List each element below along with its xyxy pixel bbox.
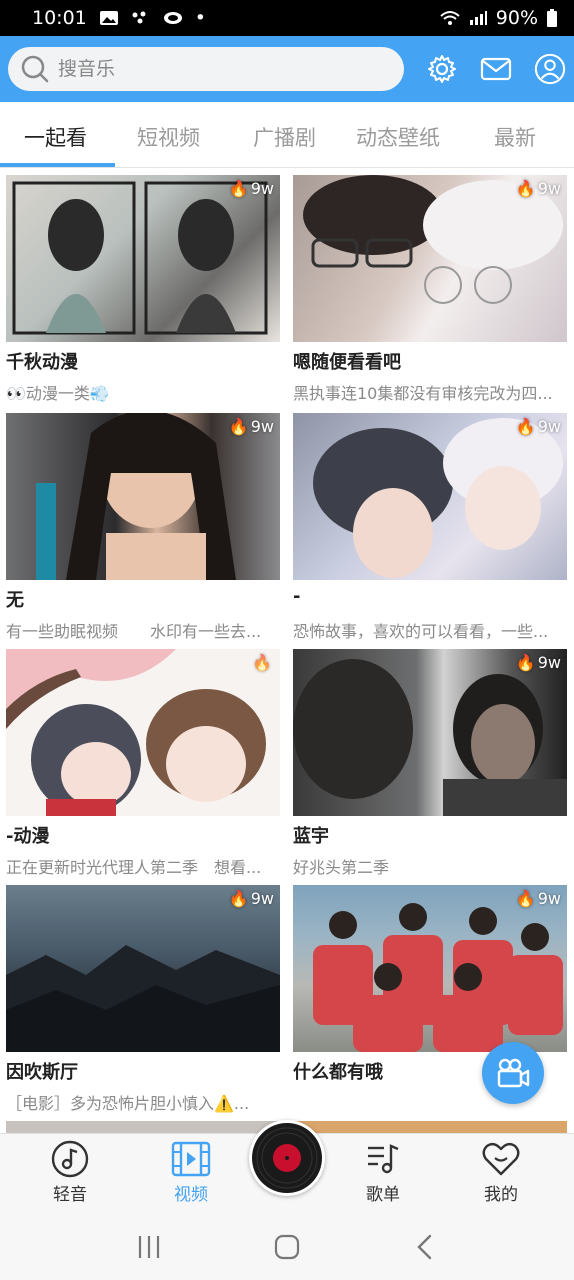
card-title: 嗯随便看看吧: [293, 352, 401, 373]
video-thumbnail: 🔥 9w: [293, 649, 567, 816]
card-title: 无: [6, 590, 24, 611]
heart-icon: [482, 1142, 520, 1176]
video-thumbnail: 🔥 9w: [6, 885, 280, 1052]
card-subtitle: 👀动漫一类💨: [6, 384, 110, 403]
dots-icon: [132, 11, 146, 24]
messages-button[interactable]: [480, 53, 512, 85]
hot-badge: 🔥 9w: [515, 889, 561, 908]
system-navigation: [0, 1213, 574, 1280]
tab-live-wallpaper[interactable]: 动态壁纸: [356, 122, 440, 152]
hot-badge: 🔥 9w: [515, 417, 561, 436]
video-card[interactable]: 🔥 9w 千秋动漫 👀动漫一类💨: [6, 175, 280, 404]
app-header: [0, 36, 574, 102]
video-card[interactable]: 🔥 -动漫 正在更新时光代理人第二季 想看...: [6, 649, 280, 878]
video-thumbnail-partial: [293, 1121, 567, 1133]
video-card[interactable]: 🔥 9w 无 有一些助眠视频 水印有一些去...: [6, 413, 280, 642]
flame-icon: 🔥: [515, 653, 536, 672]
nav-label: 轻音: [53, 1185, 87, 1205]
card-subtitle: 恐怖故事，喜欢的可以看看，一些...: [293, 622, 549, 641]
hot-badge: 🔥: [252, 653, 274, 672]
back-icon[interactable]: [410, 1233, 440, 1261]
card-subtitle: 好兆头第二季: [293, 858, 390, 877]
flame-icon: 🔥: [228, 889, 249, 908]
status-bar: 10:01 • 90%: [0, 0, 574, 36]
card-title: 因吹斯厅: [6, 1062, 78, 1083]
video-thumbnail: 🔥 9w: [293, 175, 567, 342]
video-camera-icon: [497, 1058, 530, 1088]
now-playing-button[interactable]: [249, 1120, 325, 1196]
search-icon: [21, 55, 49, 83]
hot-badge: 🔥 9w: [515, 179, 561, 198]
nav-playlist[interactable]: 歌单: [343, 1140, 423, 1205]
card-title: 蓝宇: [293, 826, 329, 847]
flame-icon: 🔥: [228, 179, 249, 198]
upload-video-button[interactable]: [482, 1042, 544, 1104]
video-thumbnail: 🔥: [6, 649, 280, 816]
flame-icon: 🔥: [228, 417, 249, 436]
nav-label: 视频: [174, 1185, 208, 1205]
gallery-icon: [99, 11, 118, 25]
user-icon: [534, 53, 566, 85]
battery-icon: [547, 9, 557, 27]
home-icon[interactable]: [272, 1233, 302, 1261]
signal-icon: [469, 11, 487, 25]
card-subtitle: 黑执事连10集都没有审核完改为四...: [293, 384, 553, 403]
settings-button[interactable]: [426, 53, 458, 85]
nav-label: 我的: [484, 1185, 518, 1205]
vinyl-record-icon: [252, 1123, 322, 1193]
app-notification-icon: [163, 12, 182, 24]
video-card[interactable]: 🔥 9w 蓝宇 好兆头第二季: [293, 649, 567, 878]
category-tabs: 一起看 短视频 广播剧 动态壁纸 最新: [0, 102, 574, 168]
recent-apps-icon[interactable]: [134, 1234, 164, 1260]
tab-latest[interactable]: 最新: [494, 122, 536, 152]
card-title: -动漫: [6, 826, 50, 847]
tab-watch-together[interactable]: 一起看: [24, 122, 87, 152]
gear-icon: [428, 55, 456, 83]
card-title: 千秋动漫: [6, 352, 78, 373]
tab-short-video[interactable]: 短视频: [137, 122, 200, 152]
card-subtitle: ［电影］多为恐怖片胆小慎入⚠️...: [6, 1094, 250, 1113]
flame-icon: 🔥: [252, 653, 272, 672]
notification-dot: •: [194, 7, 206, 29]
wifi-icon: [440, 11, 460, 25]
video-thumbnail: 🔥 9w: [6, 175, 280, 342]
battery-percent: 90%: [495, 7, 538, 29]
video-card[interactable]: 🔥 9w - 恐怖故事，喜欢的可以看看，一些...: [293, 413, 567, 642]
video-thumbnail-partial: [6, 1121, 280, 1133]
flame-icon: 🔥: [515, 889, 536, 908]
music-note-icon: [51, 1140, 89, 1178]
flame-icon: 🔥: [515, 417, 536, 436]
video-card[interactable]: 🔥 9w 因吹斯厅 ［电影］多为恐怖片胆小慎入⚠️...: [6, 885, 280, 1114]
search-input[interactable]: [58, 58, 358, 80]
video-thumbnail: 🔥 9w: [293, 413, 567, 580]
nav-me[interactable]: 我的: [461, 1140, 541, 1205]
tab-radio-drama[interactable]: 广播剧: [253, 122, 316, 152]
profile-button[interactable]: [534, 53, 566, 85]
mail-icon: [480, 57, 512, 81]
video-card[interactable]: 🔥 9w 嗯随便看看吧 黑执事连10集都没有审核完改为四...: [293, 175, 567, 404]
card-subtitle: 有一些助眠视频 水印有一些去...: [6, 622, 262, 641]
card-title: -: [293, 586, 301, 607]
film-icon: [171, 1141, 211, 1177]
hot-badge: 🔥 9w: [228, 417, 274, 436]
playlist-icon: [368, 1144, 399, 1174]
video-thumbnail: 🔥 9w: [6, 413, 280, 580]
hot-badge: 🔥 9w: [228, 179, 274, 198]
nav-label: 歌单: [366, 1185, 400, 1205]
active-tab-indicator: [0, 163, 115, 167]
nav-light-music[interactable]: 轻音: [30, 1140, 110, 1205]
flame-icon: 🔥: [515, 179, 536, 198]
hot-badge: 🔥 9w: [228, 889, 274, 908]
card-subtitle: 正在更新时光代理人第二季 想看...: [6, 858, 262, 877]
video-thumbnail: 🔥 9w: [293, 885, 567, 1052]
hot-badge: 🔥 9w: [515, 653, 561, 672]
nav-video[interactable]: 视频: [151, 1140, 231, 1205]
clock: 10:01: [32, 7, 87, 29]
search-bar[interactable]: [8, 47, 404, 91]
